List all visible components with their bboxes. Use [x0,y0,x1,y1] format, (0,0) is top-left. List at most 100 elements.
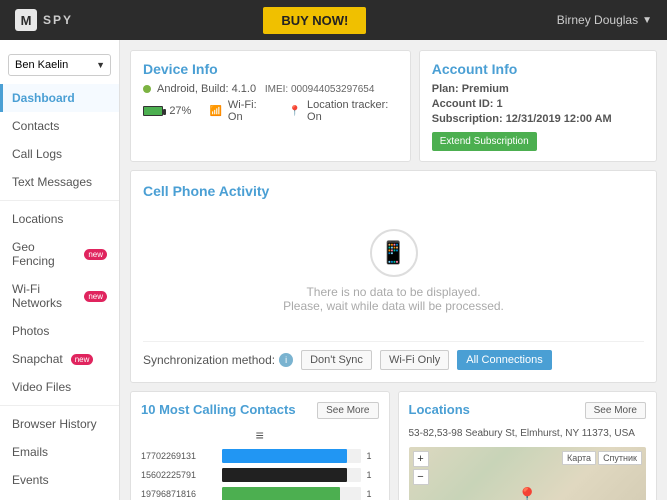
bar-track [222,468,361,482]
sidebar: Ben Kaelin ▼ Dashboard Contacts Call Log… [0,40,120,500]
bottom-cards-row: 10 Most Calling Contacts See More ≡ 1770… [130,391,657,500]
account-id-row: Account ID: 1 [432,98,644,110]
location-tracker-icon: 📍 [289,106,301,117]
sidebar-item-text-messages[interactable]: Text Messages [0,168,119,196]
wifi-icon: 📶 [209,106,221,117]
map-tab-karta[interactable]: Карта [562,451,596,465]
user-menu[interactable]: Birney Douglas ▼ [557,13,652,27]
calling-bar-list: 17702269131 1 15602225791 1 19796871816 … [141,449,379,500]
all-connections-button[interactable]: All Connections [457,350,551,370]
sync-label: Synchronization method: i [143,353,293,367]
sidebar-item-browser-history[interactable]: Browser History [0,410,119,438]
sidebar-label: Call Logs [12,147,62,161]
sidebar-item-geo-fencing[interactable]: Geo Fencing new [0,233,119,275]
account-info-title: Account Info [432,61,644,77]
extend-subscription-button[interactable]: Extend Subscription [432,132,537,151]
device-imei: IMEI: 000944053297654 [262,84,374,95]
sidebar-label: Geo Fencing [12,240,76,268]
sidebar-divider [0,200,119,201]
map-area: 📍 + − Карта Спутник [409,447,647,500]
sidebar-label: Text Messages [12,175,92,189]
cell-activity-title: Cell Phone Activity [143,183,644,199]
phone-empty-icon: 📱 [370,229,418,277]
sidebar-label: Emails [12,445,48,459]
header: M SPY BUY NOW! Birney Douglas ▼ [0,0,667,40]
calling-card-header: 10 Most Calling Contacts See More [141,402,379,419]
sidebar-label: Video Files [12,380,71,394]
sidebar-label: Browser History [12,417,97,431]
wifi-only-button[interactable]: Wi-Fi Only [380,350,449,370]
sidebar-label: Wi-Fi Networks [12,282,76,310]
bar-label: 19796871816 [141,489,216,499]
locations-card-header: Locations See More [409,402,647,419]
bar-track [222,449,361,463]
user-menu-arrow-icon: ▼ [642,15,652,26]
sidebar-item-locations[interactable]: Locations [0,205,119,233]
bar-item: 19796871816 1 [141,487,379,500]
top-cards-row: Device Info Android, Build: 4.1.0 IMEI: … [130,50,657,162]
device-status-row: 27% 📶 Wi-Fi: On 📍 Location tracker: On [143,99,398,123]
bar-fill [222,468,347,482]
dont-sync-button[interactable]: Don't Sync [301,350,372,370]
main-layout: Ben Kaelin ▼ Dashboard Contacts Call Log… [0,40,667,500]
calling-contacts-card: 10 Most Calling Contacts See More ≡ 1770… [130,391,390,500]
sync-info-icon[interactable]: i [279,353,293,367]
activity-empty-state: 📱 There is no data to be displayed. Plea… [143,209,644,333]
bar-fill [222,487,340,500]
sync-method-text: Synchronization method: [143,353,275,367]
bar-count: 1 [367,470,379,480]
map-zoom-in-button[interactable]: + [413,451,429,467]
sidebar-item-video-files[interactable]: Video Files [0,373,119,401]
map-tab-sputnik[interactable]: Спутник [598,451,642,465]
sidebar-label: Contacts [12,119,59,133]
map-controls: + − [413,451,429,485]
sidebar-item-emails[interactable]: Emails [0,438,119,466]
sidebar-item-contacts[interactable]: Contacts [0,112,119,140]
locations-title: Locations [409,402,470,417]
sidebar-item-dashboard[interactable]: Dashboard [0,84,119,112]
account-subscription-row: Subscription: 12/31/2019 12:00 AM [432,113,644,125]
sidebar-label: Locations [12,212,63,226]
new-badge: new [84,249,107,260]
bar-item: 15602225791 1 [141,468,379,482]
bar-item: 17702269131 1 [141,449,379,463]
cell-activity-card: Cell Phone Activity 📱 There is no data t… [130,170,657,383]
device-selector[interactable]: Ben Kaelin ▼ [8,54,111,76]
account-plan-row: Plan: Premium [432,83,644,95]
device-info-title: Device Info [143,61,398,77]
map-zoom-out-button[interactable]: − [413,469,429,485]
sidebar-label: Dashboard [12,91,75,105]
sync-row: Synchronization method: i Don't Sync Wi-… [143,341,644,370]
buy-now-button[interactable]: BUY NOW! [263,7,366,34]
bar-track [222,487,361,500]
location-address: 53-82,53-98 Seabury St, Elmhurst, NY 113… [409,427,647,441]
device-os: Android, Build: 4.1.0 [157,83,256,95]
activity-empty-text1: There is no data to be displayed. [306,285,480,299]
sidebar-label: Photos [12,324,49,338]
logo: M SPY [15,9,73,31]
sidebar-label: Snapchat [12,352,63,366]
sidebar-item-events[interactable]: Events [0,466,119,494]
bar-fill [222,449,347,463]
wifi-status: Wi-Fi: On [228,99,271,123]
sidebar-label: Events [12,473,49,487]
bar-label: 17702269131 [141,451,216,461]
sidebar-item-block-websites[interactable]: Block Websites [0,494,119,500]
device-info-card: Device Info Android, Build: 4.1.0 IMEI: … [130,50,411,162]
sidebar-item-photos[interactable]: Photos [0,317,119,345]
user-name: Birney Douglas [557,13,638,27]
logo-m-icon: M [15,9,37,31]
new-badge: new [84,291,107,302]
map-pin-icon: 📍 [516,487,538,500]
device-dropdown[interactable]: Ben Kaelin [8,54,111,76]
activity-empty-text2: Please, wait while data will be processe… [283,299,504,313]
logo-spy-text: SPY [43,13,73,27]
sidebar-item-snapchat[interactable]: Snapchat new [0,345,119,373]
sidebar-item-wifi-networks[interactable]: Wi-Fi Networks new [0,275,119,317]
new-badge: new [71,354,94,365]
locations-card: Locations See More 53-82,53-98 Seabury S… [398,391,658,500]
sidebar-item-call-logs[interactable]: Call Logs [0,140,119,168]
locations-see-more-button[interactable]: See More [585,402,646,419]
calling-see-more-button[interactable]: See More [317,402,378,419]
bar-count: 1 [367,451,379,461]
